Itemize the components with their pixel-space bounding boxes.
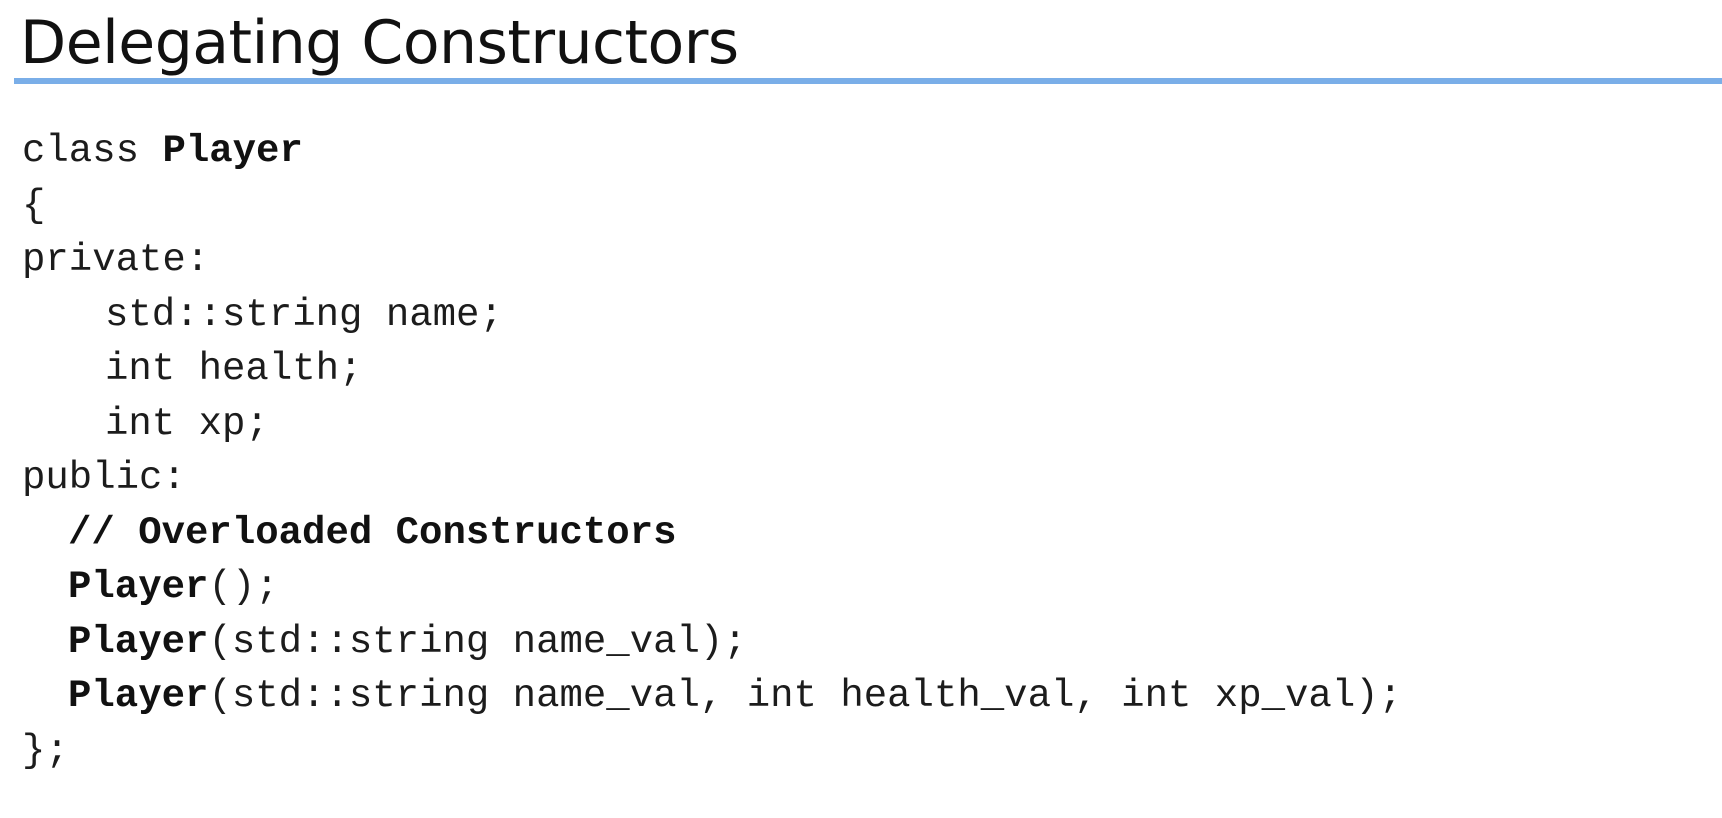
slide: Delegating Constructors class Player { p… bbox=[0, 0, 1722, 818]
ctor-name-params: (std::string name_val); bbox=[208, 619, 747, 664]
code-comment: // Overloaded Constructors bbox=[68, 510, 677, 555]
code-line-ctor-name: Player(std::string name_val); bbox=[22, 615, 1402, 670]
member-name: std::string name; bbox=[105, 292, 503, 337]
public-label: public: bbox=[22, 456, 186, 500]
code-line-private: private: bbox=[22, 233, 1402, 288]
slide-title: Delegating Constructors bbox=[20, 8, 739, 78]
code-line-member-health: int health; bbox=[22, 342, 1402, 397]
code-line-open-brace: { bbox=[22, 179, 1402, 234]
title-underline bbox=[14, 78, 1722, 84]
code-line-member-name: std::string name; bbox=[22, 288, 1402, 343]
member-xp: int xp; bbox=[105, 401, 269, 446]
close-brace: }; bbox=[22, 728, 69, 773]
code-line-close-brace: }; bbox=[22, 724, 1402, 779]
code-line-member-xp: int xp; bbox=[22, 397, 1402, 452]
member-health: int health; bbox=[105, 347, 363, 391]
code-line-ctor-full: Player(std::string name_val, int health_… bbox=[22, 669, 1402, 724]
ctor-name-name: Player bbox=[68, 619, 209, 664]
ctor-full-name: Player bbox=[68, 674, 209, 718]
code-line-ctor-default: Player(); bbox=[22, 560, 1402, 615]
ctor-full-params: (std::string name_val, int health_val, i… bbox=[208, 674, 1403, 718]
code-line-public: public: bbox=[22, 451, 1402, 506]
ctor-default-params: (); bbox=[208, 565, 279, 609]
class-name: Player bbox=[162, 129, 303, 173]
code-line-comment: // Overloaded Constructors bbox=[22, 506, 1402, 561]
open-brace: { bbox=[22, 183, 46, 228]
code-line-class-decl: class Player bbox=[22, 124, 1402, 179]
private-label: private: bbox=[22, 238, 210, 282]
ctor-default-name: Player bbox=[68, 565, 209, 609]
code-block: class Player { private: std::string name… bbox=[22, 124, 1402, 778]
class-keyword: class bbox=[22, 129, 163, 173]
